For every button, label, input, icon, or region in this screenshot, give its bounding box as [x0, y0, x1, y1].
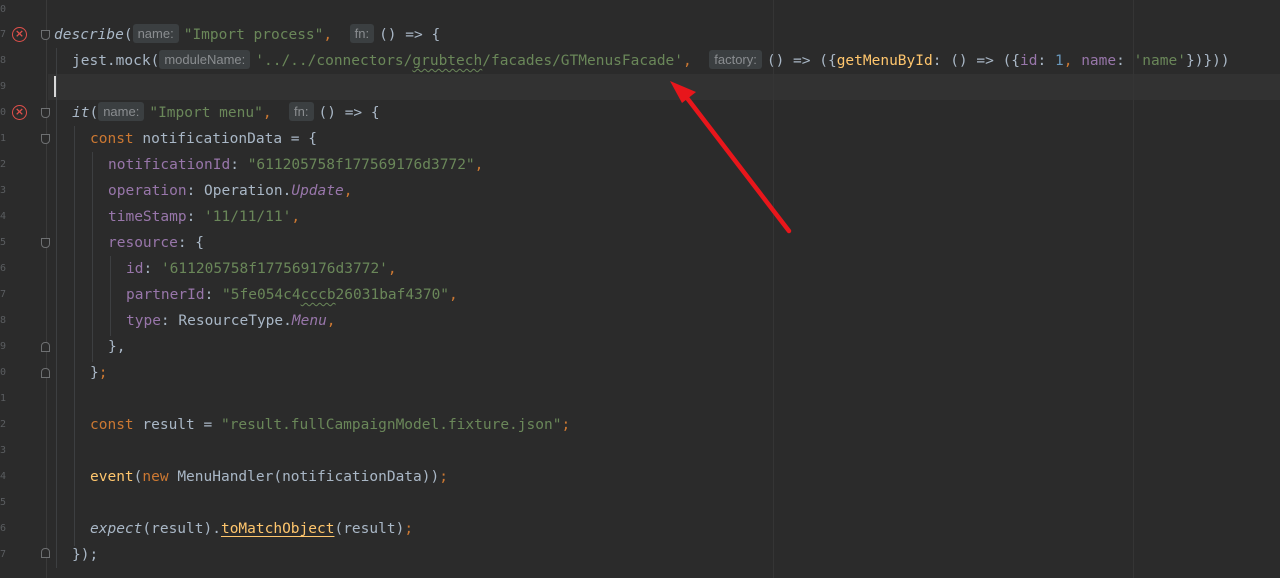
arrow-shaft — [681, 91, 792, 234]
arrow-head-icon — [670, 81, 696, 103]
code-editor[interactable]: 0 7 8 9 0 1 2 3 4 5 6 7 8 9 0 1 2 3 4 5 … — [0, 0, 1280, 578]
annotation-arrow — [670, 81, 792, 234]
